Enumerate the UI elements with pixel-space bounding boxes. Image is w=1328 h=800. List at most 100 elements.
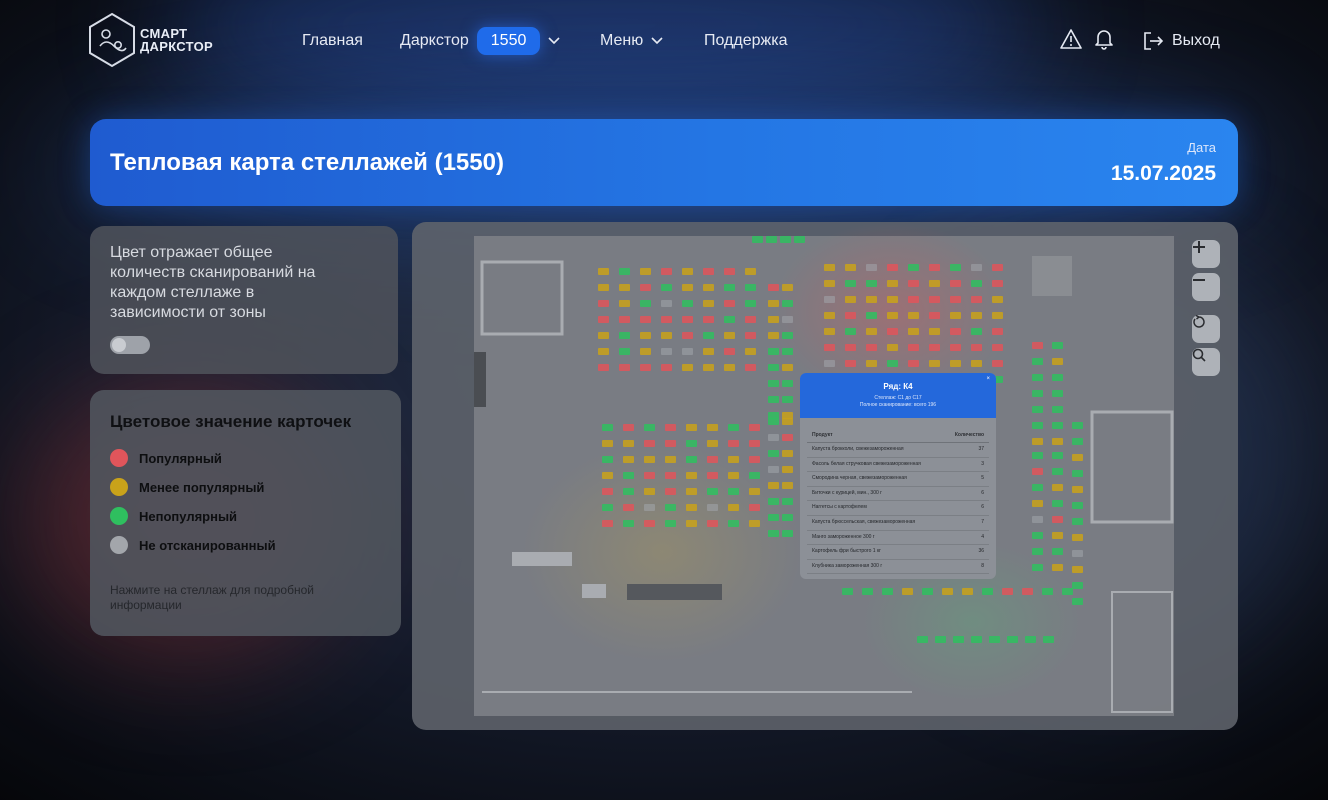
shelf-cell[interactable] xyxy=(749,488,760,495)
shelf-cell[interactable] xyxy=(703,268,714,275)
nav-support[interactable]: Поддержка xyxy=(704,22,787,60)
shelf-cell[interactable] xyxy=(1052,438,1063,445)
shelf-cell[interactable] xyxy=(745,284,756,291)
shelf-cell[interactable] xyxy=(768,450,779,457)
shelf-cell[interactable] xyxy=(703,332,714,339)
shelf-cell[interactable] xyxy=(665,504,676,511)
shelf-cell[interactable] xyxy=(623,504,634,511)
shelf-cell[interactable] xyxy=(1052,452,1063,459)
shelf-cell[interactable] xyxy=(902,588,913,595)
shelf-cell[interactable] xyxy=(953,636,964,643)
shelf-cell[interactable] xyxy=(768,284,779,291)
shelf-cell[interactable] xyxy=(619,348,630,355)
shelf-cell[interactable] xyxy=(598,364,609,371)
shelf-cell[interactable] xyxy=(782,300,793,307)
shelf-cell[interactable] xyxy=(707,424,718,431)
shelf-cell[interactable] xyxy=(845,312,856,319)
shelf-cell[interactable] xyxy=(682,284,693,291)
shelf-cell[interactable] xyxy=(942,588,953,595)
shelf-cell[interactable] xyxy=(640,316,651,323)
shelf-cell[interactable] xyxy=(619,364,630,371)
shelf-cell[interactable] xyxy=(922,588,933,595)
shelf-cell[interactable] xyxy=(1032,406,1043,413)
shelf-cell[interactable] xyxy=(728,440,739,447)
shelf-cell[interactable] xyxy=(749,472,760,479)
shelf-cell[interactable] xyxy=(768,332,779,339)
shelf-cell[interactable] xyxy=(950,280,961,287)
heatmap-panel[interactable]: Ряд: К4 Стеллаж: С1 до С17 Полное сканир… xyxy=(412,222,1238,730)
shelf-cell[interactable] xyxy=(824,360,835,367)
shelf-cell[interactable] xyxy=(768,418,779,425)
shelf-cell[interactable] xyxy=(640,268,651,275)
shelf-cell[interactable] xyxy=(1052,500,1063,507)
shelf-cell[interactable] xyxy=(724,284,735,291)
shelf-cell[interactable] xyxy=(661,332,672,339)
shelf-cell[interactable] xyxy=(950,344,961,351)
shelf-cell[interactable] xyxy=(908,264,919,271)
shelf-cell[interactable] xyxy=(682,316,693,323)
shelf-cell[interactable] xyxy=(845,360,856,367)
shelf-cell[interactable] xyxy=(1052,422,1063,429)
shelf-cell[interactable] xyxy=(1052,406,1063,413)
shelf-cell[interactable] xyxy=(866,328,877,335)
shelf-cell[interactable] xyxy=(1052,358,1063,365)
shelf-cell[interactable] xyxy=(950,312,961,319)
shelf-cell[interactable] xyxy=(682,300,693,307)
shelf-cell[interactable] xyxy=(1007,636,1018,643)
shelf-cell[interactable] xyxy=(619,332,630,339)
nav-support-label[interactable]: Поддержка xyxy=(704,32,787,50)
shelf-cell[interactable] xyxy=(728,488,739,495)
shelf-cell[interactable] xyxy=(707,520,718,527)
shelf-cell[interactable] xyxy=(1072,438,1083,445)
shelf-cell[interactable] xyxy=(768,434,779,441)
shelf-cell[interactable] xyxy=(845,264,856,271)
shelf-cell[interactable] xyxy=(745,332,756,339)
shelf-cell[interactable] xyxy=(766,236,777,243)
date-value[interactable]: 15.07.2025 xyxy=(1111,162,1216,186)
shelf-cell[interactable] xyxy=(862,588,873,595)
shelf-cell[interactable] xyxy=(640,364,651,371)
shelf-cell[interactable] xyxy=(644,440,655,447)
shelf-cell[interactable] xyxy=(842,588,853,595)
shelf-cell[interactable] xyxy=(1042,588,1053,595)
shelf-cell[interactable] xyxy=(1052,532,1063,539)
shelf-cell[interactable] xyxy=(782,396,793,403)
shelf-cell[interactable] xyxy=(950,360,961,367)
shelf-cell[interactable] xyxy=(623,424,634,431)
shelf-cell[interactable] xyxy=(929,312,940,319)
shelf-cell[interactable] xyxy=(824,264,835,271)
nav-menu[interactable]: Меню xyxy=(600,22,663,60)
shelf-cell[interactable] xyxy=(971,312,982,319)
shelf-cell[interactable] xyxy=(1052,390,1063,397)
shelf-cell[interactable] xyxy=(665,472,676,479)
shelf-cell[interactable] xyxy=(1072,566,1083,573)
shelf-cell[interactable] xyxy=(768,300,779,307)
shelf-cell[interactable] xyxy=(887,264,898,271)
shelf-cell[interactable] xyxy=(782,284,793,291)
shelf-cell[interactable] xyxy=(971,280,982,287)
chevron-down-icon[interactable] xyxy=(651,37,663,45)
shelf-cell[interactable] xyxy=(1072,454,1083,461)
shelf-cell[interactable] xyxy=(665,424,676,431)
shelf-cell[interactable] xyxy=(971,360,982,367)
shelf-cell[interactable] xyxy=(598,348,609,355)
shelf-cell[interactable] xyxy=(768,364,779,371)
shelf-cell[interactable] xyxy=(866,280,877,287)
shelf-cell[interactable] xyxy=(1072,518,1083,525)
shelf-cell[interactable] xyxy=(1032,374,1043,381)
shelf-cell[interactable] xyxy=(1022,588,1033,595)
shelf-cell[interactable] xyxy=(728,504,739,511)
shelf-cell[interactable] xyxy=(1032,548,1043,555)
shelf-cell[interactable] xyxy=(640,332,651,339)
shelf-cell[interactable] xyxy=(989,636,1000,643)
app-logo[interactable]: СМАРТ ДАРКСТОР xyxy=(88,12,228,68)
shelf-cell[interactable] xyxy=(1052,516,1063,523)
shelf-cell[interactable] xyxy=(1052,548,1063,555)
shelf-cell[interactable] xyxy=(686,488,697,495)
shelf-cell[interactable] xyxy=(882,588,893,595)
shelf-cell[interactable] xyxy=(929,280,940,287)
shelf-cell[interactable] xyxy=(619,268,630,275)
shelf-cell[interactable] xyxy=(682,364,693,371)
shelf-cell[interactable] xyxy=(1052,468,1063,475)
shelf-cell[interactable] xyxy=(929,296,940,303)
